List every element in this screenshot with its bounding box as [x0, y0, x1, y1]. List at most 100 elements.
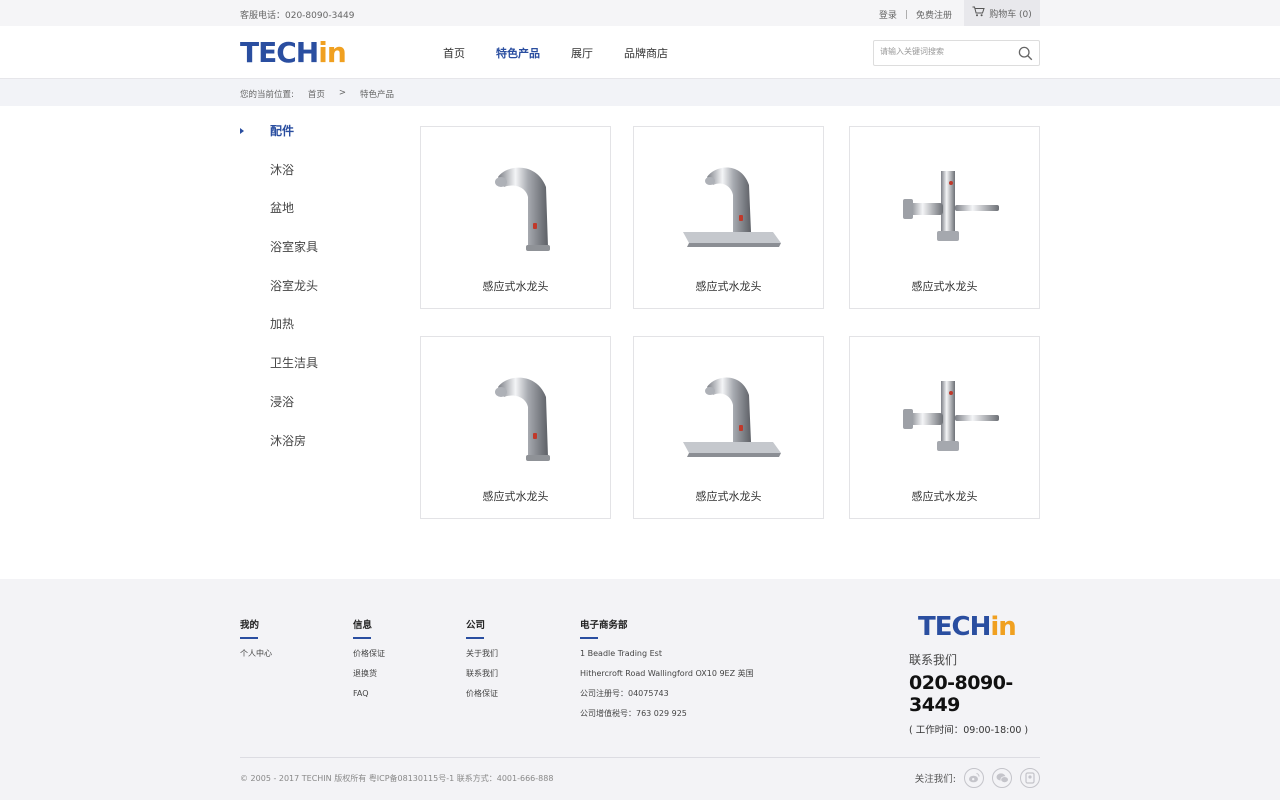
sidebar-item-label: 加热 [270, 317, 295, 332]
nav-showroom[interactable]: 展厅 [571, 45, 624, 61]
product-card[interactable]: 感应式水龙头 [420, 336, 611, 519]
cart-icon [972, 6, 985, 20]
link-separator: | [904, 9, 908, 20]
nav-brand-store[interactable]: 品牌商店 [624, 45, 684, 61]
flush-valve-image [850, 147, 1039, 267]
footer-col-title: 信息 [353, 620, 373, 631]
sidebar-item-shower[interactable]: 沐浴 [240, 159, 400, 198]
product-name: 感应式水龙头 [695, 490, 762, 503]
footer-address-line-2: Hithercroft Road Wallingford OX10 9EZ 英国 [580, 669, 754, 678]
cart-label: 购物车 (0) [989, 9, 1032, 20]
footer-title-underline [466, 637, 484, 639]
footer-col-title: 公司 [466, 620, 486, 631]
product-card[interactable]: 感应式水龙头 [849, 336, 1040, 519]
wechat-icon[interactable] [992, 768, 1012, 788]
contact-label: 联系我们 [909, 653, 958, 667]
sidebar-item-accessories[interactable]: 配件 [240, 120, 400, 159]
footer-link-price-guarantee-2[interactable]: 价格保证 [466, 688, 498, 708]
service-phone: 客服电话：020-8090-3449 [240, 11, 355, 21]
breadcrumb-home[interactable]: 首页 [308, 88, 325, 100]
sidebar-item-shower-room[interactable]: 沐浴房 [240, 430, 400, 469]
sensor-faucet-image [421, 357, 610, 477]
main-nav: 首页 特色产品 展厅 品牌商店 [443, 45, 684, 61]
footer-title-underline [580, 637, 598, 639]
sidebar-item-label: 配件 [270, 124, 295, 138]
footer-logo-accent: in [990, 612, 1016, 642]
footer-address-line-1: 1 Beadle Trading Est [580, 649, 662, 658]
sidebar-item-label: 浴室家具 [270, 240, 319, 255]
footer-divider [240, 757, 1040, 758]
follow-label: 关注我们: [914, 774, 956, 785]
nav-home[interactable]: 首页 [443, 45, 496, 61]
active-arrow-icon [240, 128, 244, 134]
weibo-icon[interactable] [964, 768, 984, 788]
footer-title-underline [353, 637, 371, 639]
sidebar-item-label: 浴室龙头 [270, 278, 319, 293]
footer-col-info: 信息 价格保证 退换货 FAQ [353, 617, 385, 708]
sidebar-item-bathroom-furniture[interactable]: 浴室家具 [240, 236, 400, 275]
logo-accent: in [318, 36, 347, 69]
breadcrumb-current: 特色产品 [360, 90, 395, 100]
sidebar-item-label: 盆地 [270, 201, 295, 216]
product-card[interactable]: 感应式水龙头 [633, 126, 824, 309]
product-name: 感应式水龙头 [911, 280, 978, 293]
logo-text: TECH [240, 36, 319, 69]
footer-link-returns[interactable]: 退换货 [353, 668, 385, 688]
footer-link-faq[interactable]: FAQ [353, 688, 385, 708]
search-input[interactable] [880, 47, 1010, 56]
footer-col-title: 我的 [240, 620, 260, 631]
footer-col-title: 电子商务部 [580, 620, 628, 631]
product-name: 感应式水龙头 [482, 280, 549, 293]
sidebar-item-label: 沐浴房 [270, 433, 307, 448]
sidebar-item-basin[interactable]: 盆地 [240, 197, 400, 236]
product-card[interactable]: 感应式水龙头 [420, 126, 611, 309]
sensor-faucet-image [421, 147, 610, 267]
breadcrumb: 您的当前位置: 首页 > 特色产品 [240, 88, 408, 100]
nav-featured-products[interactable]: 特色产品 [496, 45, 571, 61]
sidebar-item-label: 沐浴 [270, 162, 295, 177]
footer-col-mine: 我的 个人中心 [240, 617, 272, 668]
product-card[interactable]: 感应式水龙头 [849, 126, 1040, 309]
copyright: © 2005 - 2017 TECHIN 版权所有 粤ICP备08130115号… [240, 774, 554, 783]
footer-logo-text: TECH [918, 612, 991, 642]
footer-col-company: 公司 关于我们 联系我们 价格保证 [466, 617, 498, 708]
sidebar-item-sanitary-ware[interactable]: 卫生洁具 [240, 352, 400, 391]
account-links: 登录 | 免费注册 [879, 8, 952, 22]
working-hours: ( 工作时间：09:00-18:00 ) [909, 725, 1029, 736]
footer-link-account[interactable]: 个人中心 [240, 648, 272, 668]
footer-company-reg: 公司注册号：04075743 [580, 689, 669, 698]
sidebar-item-label: 卫生洁具 [270, 356, 319, 371]
register-link[interactable]: 免费注册 [916, 8, 952, 21]
product-name: 感应式水龙头 [482, 490, 549, 503]
contact-phone: 020-8090-3449 [909, 672, 1013, 716]
site-logo[interactable]: TECHin [240, 36, 347, 69]
breadcrumb-prefix: 您的当前位置: [240, 90, 294, 100]
footer-contact: TECHin 联系我们 020-8090-3449 ( 工作时间：09:00-1… [909, 613, 1040, 736]
footer-vat-number: 公司增值税号：763 029 925 [580, 709, 687, 718]
search-icon[interactable] [1018, 46, 1033, 65]
footer-title-underline [240, 637, 258, 639]
product-name: 感应式水龙头 [695, 280, 762, 293]
top-bar: 客服电话：020-8090-3449 登录 | 免费注册 购物车 (0) [0, 0, 1280, 26]
site-footer: 我的 个人中心 信息 价格保证 退换货 FAQ 公司 关于我们 联系我们 价格保… [0, 579, 1280, 800]
qq-icon[interactable] [1020, 768, 1040, 788]
cart-button[interactable]: 购物车 (0) [964, 0, 1040, 26]
product-card[interactable]: 感应式水龙头 [633, 336, 824, 519]
sidebar-item-heating[interactable]: 加热 [240, 313, 400, 352]
sensor-faucet-with-plate-image [634, 357, 823, 477]
login-link[interactable]: 登录 [879, 8, 897, 21]
sidebar-item-bathtub[interactable]: 浸浴 [240, 391, 400, 430]
footer-logo: TECHin [918, 613, 1040, 641]
footer-link-about[interactable]: 关于我们 [466, 648, 498, 668]
breadcrumb-bar: 您的当前位置: 首页 > 特色产品 [0, 79, 1280, 106]
sidebar-item-bathroom-faucets[interactable]: 浴室龙头 [240, 275, 400, 314]
footer-col-ecommerce: 电子商务部 1 Beadle Trading Est Hithercroft R… [580, 617, 754, 728]
breadcrumb-separator: > [338, 88, 347, 98]
flush-valve-image [850, 357, 1039, 477]
category-sidebar: 配件 沐浴 盆地 浴室家具 浴室龙头 加热 卫生洁具 浸浴 沐浴房 [240, 120, 400, 468]
sensor-faucet-with-plate-image [634, 147, 823, 267]
footer-link-price-guarantee[interactable]: 价格保证 [353, 648, 385, 668]
search-box [873, 40, 1040, 66]
footer-link-contact[interactable]: 联系我们 [466, 668, 498, 688]
main-content: 配件 沐浴 盆地 浴室家具 浴室龙头 加热 卫生洁具 浸浴 沐浴房 感应式水龙头… [0, 106, 1280, 579]
